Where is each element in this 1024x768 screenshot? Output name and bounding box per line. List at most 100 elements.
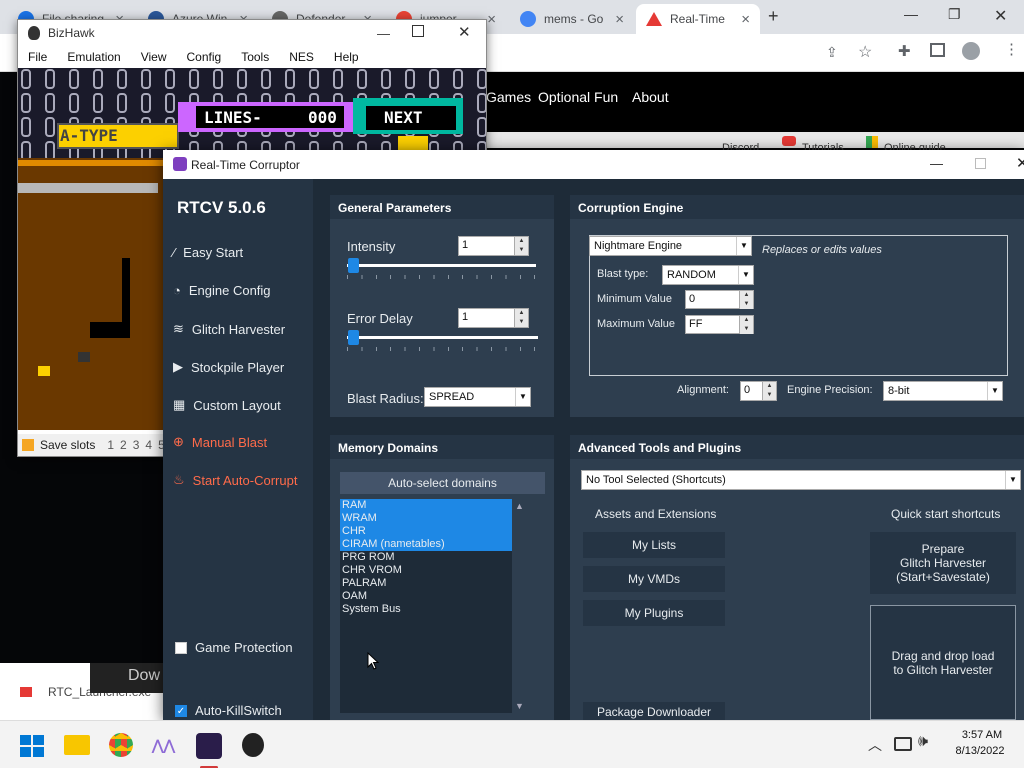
sidebar-item-custom-layout[interactable]: ▦ Custom Layout <box>173 397 281 413</box>
profile-icon[interactable] <box>962 42 980 60</box>
scroll-down-icon[interactable]: ▼ <box>515 701 524 711</box>
bizhawk-icon[interactable] <box>242 733 264 757</box>
volume-icon[interactable]: 🕪 <box>918 733 928 751</box>
close-icon[interactable]: ✕ <box>1016 154 1024 172</box>
close-icon[interactable]: × <box>615 11 624 28</box>
star-icon[interactable]: ☆ <box>858 42 872 62</box>
domains-scrollbar[interactable]: ▲ ▼ <box>512 499 528 713</box>
memory-domains-list[interactable]: RAM WRAM CHR CIRAM (nametables) PRG ROM … <box>340 499 528 713</box>
spinner-icon[interactable]: ▲ ▼ <box>739 291 753 309</box>
auto-select-domains-button[interactable]: Auto-select domains <box>340 472 545 494</box>
browser-tab[interactable]: mems - Go × <box>510 4 634 34</box>
menu-tools[interactable]: Tools <box>231 50 279 64</box>
domain-item[interactable]: PRG ROM <box>340 551 528 564</box>
rtc-active-icon[interactable] <box>196 733 222 759</box>
save-slot-3[interactable]: 3 <box>133 438 140 452</box>
blast-type-select[interactable]: RANDOM ▼ <box>662 265 754 285</box>
spinner-icon[interactable]: ▲ ▼ <box>514 237 528 255</box>
game-protection-toggle[interactable]: Game Protection <box>175 640 293 655</box>
network-icon[interactable] <box>894 737 912 751</box>
minimize-icon[interactable]: — <box>377 26 390 41</box>
minimize-icon[interactable]: — <box>904 6 918 22</box>
nav-games[interactable]: Games <box>486 89 531 105</box>
spinner-icon[interactable]: ▲ ▼ <box>739 316 753 334</box>
extensions-icon[interactable]: ✚ <box>898 42 911 60</box>
download-button[interactable]: Dow <box>90 663 163 693</box>
save-slot-2[interactable]: 2 <box>120 438 127 452</box>
menu-config[interactable]: Config <box>177 50 232 64</box>
youtube-icon <box>782 136 796 146</box>
chevron-up-icon[interactable]: ︿ <box>868 735 882 755</box>
auto-killswitch-checkbox[interactable]: ✓ <box>175 704 187 717</box>
save-slot-4[interactable]: 4 <box>145 438 152 452</box>
max-value-input[interactable]: FF ▲ ▼ <box>685 315 754 334</box>
engine-select[interactable]: Nightmare Engine ▼ <box>589 236 752 256</box>
engine-precision-select[interactable]: 8-bit ▼ <box>883 381 1003 401</box>
taskbar-date[interactable]: 8/13/2022 <box>951 745 1009 757</box>
sidebar-item-easy-start[interactable]: ⁄ Easy Start <box>173 245 243 260</box>
blast-radius-label: Blast Radius: <box>347 391 424 406</box>
domain-item[interactable]: OAM <box>340 590 528 603</box>
menu-file[interactable]: File <box>18 50 57 64</box>
my-plugins-button[interactable]: My Plugins <box>583 600 725 626</box>
fire-icon: ♨ <box>173 472 185 487</box>
menu-help[interactable]: Help <box>324 50 369 64</box>
domain-item[interactable]: RAM <box>340 499 528 512</box>
blast-radius-select[interactable]: SPREAD ▼ <box>424 387 531 407</box>
minimize-icon[interactable]: — <box>930 156 943 171</box>
domain-item[interactable]: PALRAM <box>340 577 528 590</box>
my-vmds-button[interactable]: My VMDs <box>583 566 725 592</box>
menu-nes[interactable]: NES <box>279 50 324 64</box>
chrome-icon[interactable] <box>109 733 133 757</box>
sidebar-item-auto-corrupt[interactable]: ♨ Start Auto-Corrupt <box>173 472 297 488</box>
tool-select[interactable]: No Tool Selected (Shortcuts) ▼ <box>581 470 1021 490</box>
explorer-icon[interactable] <box>64 735 90 755</box>
prepare-glitch-harvester-button[interactable]: Prepare Glitch Harvester (Start+Savestat… <box>870 532 1016 594</box>
slider-thumb[interactable] <box>348 330 359 345</box>
restore-icon[interactable]: ❐ <box>948 6 961 23</box>
sidebar-item-stockpile-player[interactable]: ▶ Stockpile Player <box>173 359 284 375</box>
sidebar-item-engine-config[interactable]: ◔ Engine Config <box>173 283 271 298</box>
maximize-icon[interactable] <box>975 158 986 169</box>
close-icon[interactable]: × <box>741 11 750 28</box>
domain-item[interactable]: System Bus <box>340 603 528 616</box>
sidepanel-icon[interactable] <box>930 43 945 57</box>
error-delay-slider[interactable] <box>347 329 538 351</box>
sidebar-item-glitch-harvester[interactable]: ≋ Glitch Harvester <box>173 321 285 337</box>
game-protection-checkbox[interactable] <box>175 641 187 654</box>
auto-killswitch-toggle[interactable]: ✓ Auto-KillSwitch <box>175 703 282 718</box>
taskbar-time[interactable]: 3:57 AM <box>958 729 1006 741</box>
intensity-slider[interactable] <box>347 257 536 279</box>
menu-icon[interactable]: ⋮ <box>1004 40 1019 58</box>
close-icon[interactable]: ✕ <box>994 6 1007 26</box>
browser-tab-active[interactable]: Real-Time × <box>636 4 760 34</box>
menu-emulation[interactable]: Emulation <box>57 50 130 64</box>
spinner-icon[interactable]: ▲ ▼ <box>762 382 776 400</box>
intensity-input[interactable]: 1 ▲ ▼ <box>458 236 529 256</box>
scroll-up-icon[interactable]: ▲ <box>515 501 524 511</box>
close-icon[interactable]: ✕ <box>458 23 471 41</box>
nav-about[interactable]: About <box>632 89 669 105</box>
my-lists-button[interactable]: My Lists <box>583 532 725 558</box>
min-value-input[interactable]: 0 ▲ ▼ <box>685 290 754 309</box>
menu-view[interactable]: View <box>131 50 177 64</box>
sidebar-item-manual-blast[interactable]: ⊕ Manual Blast <box>173 434 267 450</box>
new-tab-button[interactable]: + <box>768 6 779 27</box>
domain-item[interactable]: CIRAM (nametables) <box>340 538 528 551</box>
save-slot-1[interactable]: 1 <box>107 438 114 452</box>
share-icon[interactable]: ⇪ <box>826 44 838 61</box>
drag-drop-zone[interactable]: Drag and drop load to Glitch Harvester <box>870 605 1016 720</box>
maximize-icon[interactable] <box>412 25 424 37</box>
spinner-icon[interactable]: ▲ ▼ <box>514 309 528 327</box>
alignment-input[interactable]: 0 ▲ ▼ <box>740 381 777 401</box>
slider-thumb[interactable] <box>348 258 359 273</box>
nav-optional-fun[interactable]: Optional Fun <box>538 89 618 105</box>
rtc-launcher-icon[interactable]: ⋀⋀ <box>152 737 180 753</box>
error-delay-input[interactable]: 1 ▲ ▼ <box>458 308 529 328</box>
close-icon[interactable]: × <box>487 11 496 28</box>
domain-item[interactable]: CHR VROM <box>340 564 528 577</box>
domain-item[interactable]: WRAM <box>340 512 528 525</box>
domain-item[interactable]: CHR <box>340 525 528 538</box>
package-downloader-button[interactable]: Package Downloader <box>583 702 725 720</box>
start-icon[interactable] <box>20 735 44 757</box>
